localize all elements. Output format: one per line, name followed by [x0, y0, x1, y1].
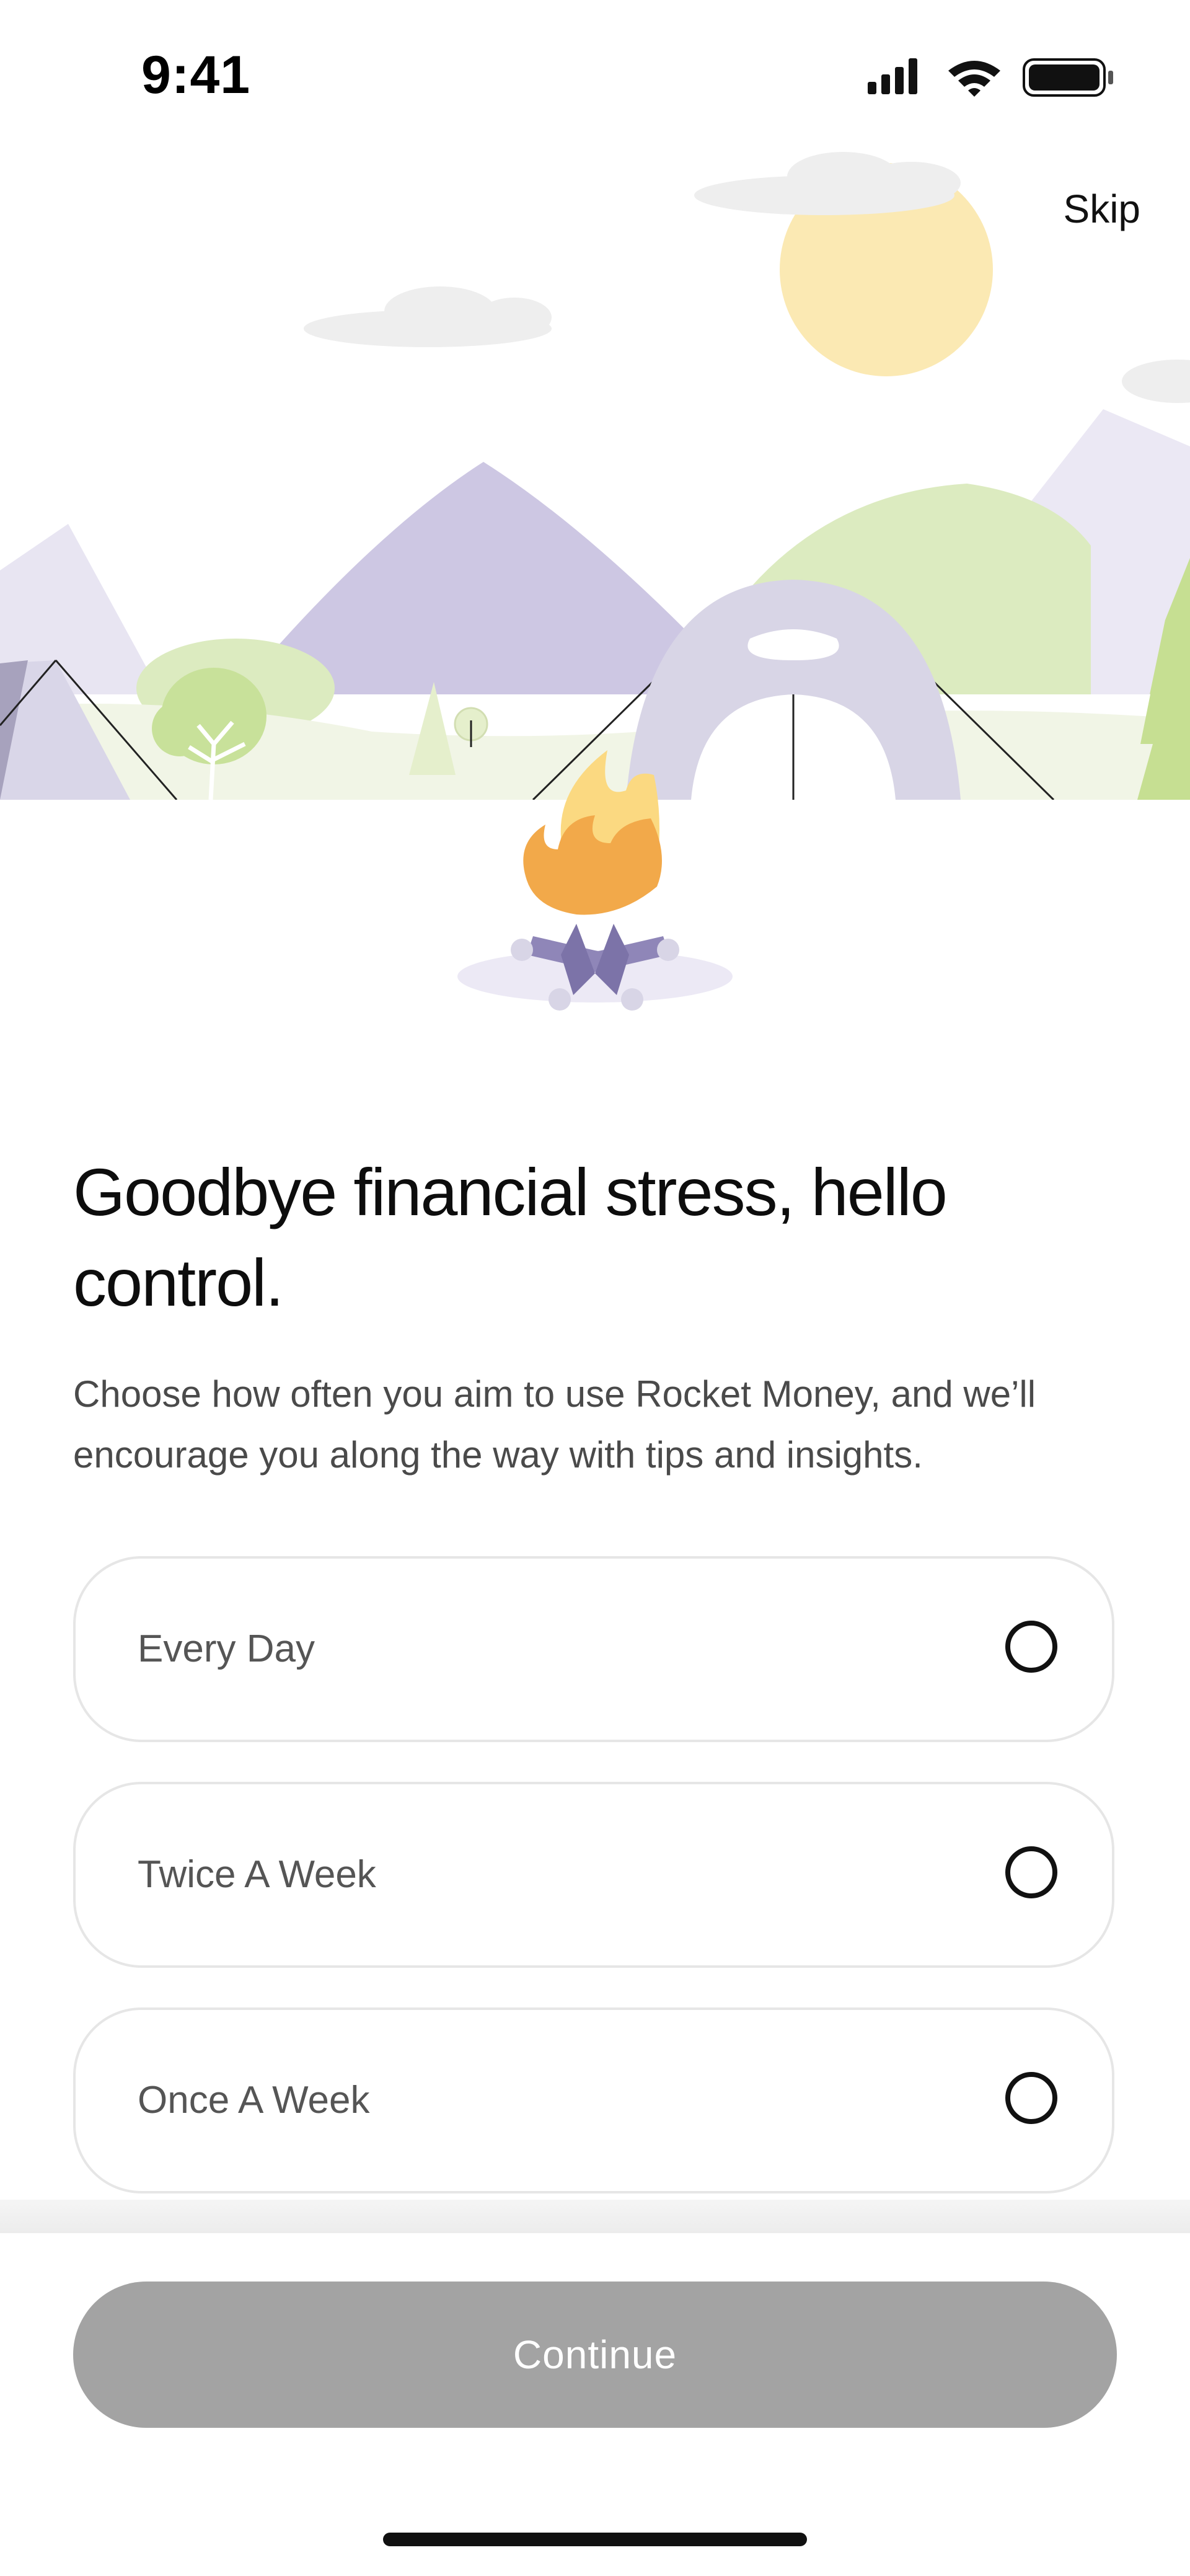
page-description: Choose how often you aim to use Rocket M… — [73, 1373, 1036, 1476]
option-label: Twice A Week — [138, 1853, 376, 1896]
skip-link[interactable]: Skip — [1064, 186, 1141, 232]
option-label: Once A Week — [138, 2079, 370, 2122]
battery-icon — [1023, 58, 1113, 97]
radio-unchecked-icon[interactable] — [1005, 2072, 1057, 2124]
option-label: Every Day — [138, 1627, 315, 1670]
signal-icon — [868, 58, 917, 94]
option-once-a-week[interactable]: Once A Week — [73, 2007, 1114, 2193]
home-indicator — [383, 2533, 807, 2546]
wifi-icon — [948, 61, 1000, 97]
small-cone — [409, 682, 456, 775]
option-twice-a-week[interactable]: Twice A Week — [73, 1782, 1114, 1968]
status-icons — [868, 58, 1113, 97]
bottom-divider — [0, 2200, 1190, 2233]
page-title: Goodbye financial stress, hello control. — [73, 1154, 948, 1320]
cloud-left — [304, 286, 552, 347]
camping-illustration — [0, 152, 1190, 1029]
onboarding-screen: 9:41 Skip Goodbye financial stress, hell… — [0, 0, 1190, 2576]
status-bar: 9:41 — [0, 0, 1190, 149]
continue-button[interactable]: Continue — [73, 2282, 1117, 2428]
cloud-right — [1122, 360, 1190, 403]
radio-unchecked-icon[interactable] — [1005, 1621, 1057, 1673]
cloud-top — [694, 152, 961, 215]
status-time: 9:41 — [141, 45, 251, 105]
option-every-day[interactable]: Every Day — [73, 1556, 1114, 1742]
radio-unchecked-icon[interactable] — [1005, 1846, 1057, 1898]
